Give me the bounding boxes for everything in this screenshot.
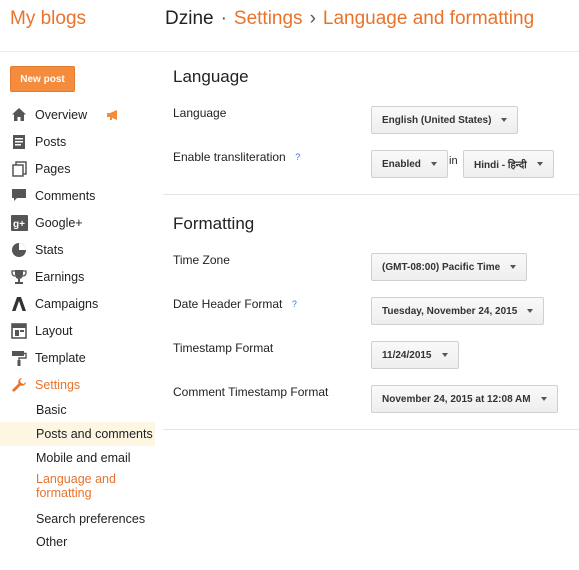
chevron-down-icon bbox=[501, 118, 508, 122]
time-zone-label: Time Zone bbox=[173, 253, 230, 267]
pages-icon bbox=[10, 160, 28, 178]
date-header-format-label-text: Date Header Format bbox=[173, 297, 283, 311]
timestamp-format-label: Timestamp Format bbox=[173, 341, 274, 355]
chevron-down-icon bbox=[536, 162, 543, 166]
sidebar-item-label: Settings bbox=[35, 377, 81, 392]
settings-sub-mobile-and-email[interactable]: Mobile and email bbox=[0, 446, 160, 469]
trophy-icon bbox=[10, 268, 28, 286]
date-header-format-select[interactable]: Tuesday, November 24, 2015 bbox=[371, 297, 545, 325]
transliteration-select[interactable]: Enabled bbox=[371, 150, 448, 178]
breadcrumb-separator: · bbox=[220, 8, 227, 29]
settings-sub-basic[interactable]: Basic bbox=[0, 398, 160, 422]
sidebar-item-label: Campaigns bbox=[35, 296, 99, 311]
breadcrumb-current-page: Language and formatting bbox=[322, 8, 535, 29]
sidebar-item-label: Pages bbox=[35, 161, 71, 176]
sidebar-item-comments[interactable]: Comments bbox=[0, 182, 160, 209]
top-header: My blogs Dzine · Settings › Language and for… bbox=[0, 0, 579, 52]
sidebar-item-stats[interactable]: Stats bbox=[0, 236, 160, 263]
language-section-title: Language bbox=[173, 67, 249, 86]
chevron-down-icon bbox=[510, 265, 517, 269]
time-zone-select[interactable]: (GMT-08:00) Pacific Time bbox=[371, 253, 528, 281]
time-zone-select-value: (GMT-08:00) Pacific Time bbox=[382, 261, 501, 273]
sidebar-item-label: Google+ bbox=[35, 215, 83, 230]
layout-icon bbox=[10, 322, 28, 340]
language-label: Language bbox=[173, 106, 227, 120]
timestamp-format-value: 11/24/2015 bbox=[382, 349, 432, 361]
sidebar-item-posts[interactable]: Posts bbox=[0, 128, 160, 155]
chevron-down-icon bbox=[527, 309, 534, 313]
sidebar-item-label: Template bbox=[35, 350, 86, 365]
chevron-down-icon bbox=[430, 162, 437, 166]
comment-timestamp-format-label: Comment Timestamp Format bbox=[173, 385, 329, 399]
sidebar-item-label: Layout bbox=[35, 323, 73, 338]
sidebar-item-label: Stats bbox=[35, 242, 64, 257]
wrench-icon bbox=[10, 376, 28, 394]
section-divider bbox=[163, 194, 579, 195]
settings-sub-other[interactable]: Other bbox=[0, 530, 160, 553]
paint-roller-icon bbox=[10, 349, 28, 367]
help-icon[interactable]: ? bbox=[292, 152, 304, 164]
settings-sub-search-preferences[interactable]: Search preferences bbox=[0, 507, 160, 530]
date-header-format-value: Tuesday, November 24, 2015 bbox=[382, 305, 518, 317]
sidebar-nav: Overview Posts Pages Comments g+ Google+… bbox=[0, 101, 160, 553]
sidebar-item-pages[interactable]: Pages bbox=[0, 155, 160, 182]
google-plus-icon: g+ bbox=[10, 214, 28, 232]
chevron-down-icon bbox=[441, 353, 448, 357]
sidebar-item-label: Overview bbox=[35, 107, 88, 122]
settings-sub-posts-and-comments[interactable]: Posts and comments bbox=[0, 422, 155, 446]
transliteration-language-select[interactable]: Hindi - हिन्दी bbox=[463, 150, 554, 178]
help-icon[interactable]: ? bbox=[288, 299, 300, 311]
transliteration-label: Enable transliteration? bbox=[173, 150, 304, 164]
section-divider bbox=[163, 429, 579, 430]
sidebar-item-label: Comments bbox=[35, 188, 96, 203]
sidebar-item-label: Posts bbox=[35, 134, 67, 149]
home-icon bbox=[10, 106, 28, 124]
sidebar-item-earnings[interactable]: Earnings bbox=[0, 263, 160, 290]
date-header-format-label: Date Header Format? bbox=[173, 297, 300, 311]
in-label: in bbox=[449, 155, 458, 167]
formatting-section-title: Formatting bbox=[173, 214, 255, 233]
breadcrumb-blog-name[interactable]: Dzine bbox=[165, 8, 214, 29]
megaphone-icon bbox=[106, 109, 120, 120]
chevron-down-icon bbox=[540, 397, 547, 401]
campaigns-icon bbox=[10, 295, 28, 313]
sidebar-item-label: Earnings bbox=[35, 269, 85, 284]
comment-timestamp-format-select[interactable]: November 24, 2015 at 12:08 AM bbox=[371, 385, 558, 413]
sidebar-item-overview[interactable]: Overview bbox=[0, 101, 160, 128]
sidebar-item-layout[interactable]: Layout bbox=[0, 317, 160, 344]
sidebar-item-template[interactable]: Template bbox=[0, 344, 160, 371]
comment-timestamp-format-value: November 24, 2015 at 12:08 AM bbox=[382, 393, 531, 405]
sidebar-item-settings[interactable]: Settings bbox=[0, 371, 160, 398]
timestamp-format-select[interactable]: 11/24/2015 bbox=[371, 341, 459, 369]
new-post-button[interactable]: New post bbox=[10, 66, 75, 92]
breadcrumb-separator: › bbox=[309, 8, 316, 29]
transliteration-label-text: Enable transliteration bbox=[173, 150, 286, 164]
transliteration-select-value: Enabled bbox=[382, 158, 421, 170]
posts-icon bbox=[10, 133, 28, 151]
svg-text:g+: g+ bbox=[13, 219, 25, 230]
comments-icon bbox=[10, 187, 28, 205]
settings-sub-language-and-formatting[interactable]: Language and formatting bbox=[0, 469, 130, 507]
sidebar-item-campaigns[interactable]: Campaigns bbox=[0, 290, 160, 317]
language-select-value: English (United States) bbox=[382, 114, 492, 126]
my-blogs-link[interactable]: My blogs bbox=[10, 8, 86, 30]
stats-icon bbox=[10, 241, 28, 259]
sidebar-item-google-plus[interactable]: g+ Google+ bbox=[0, 209, 160, 236]
breadcrumb: Dzine · Settings › Language and formatting bbox=[165, 8, 534, 30]
language-select[interactable]: English (United States) bbox=[371, 106, 519, 134]
breadcrumb-settings[interactable]: Settings bbox=[234, 8, 303, 29]
transliteration-language-value: Hindi - हिन्दी bbox=[474, 160, 527, 171]
